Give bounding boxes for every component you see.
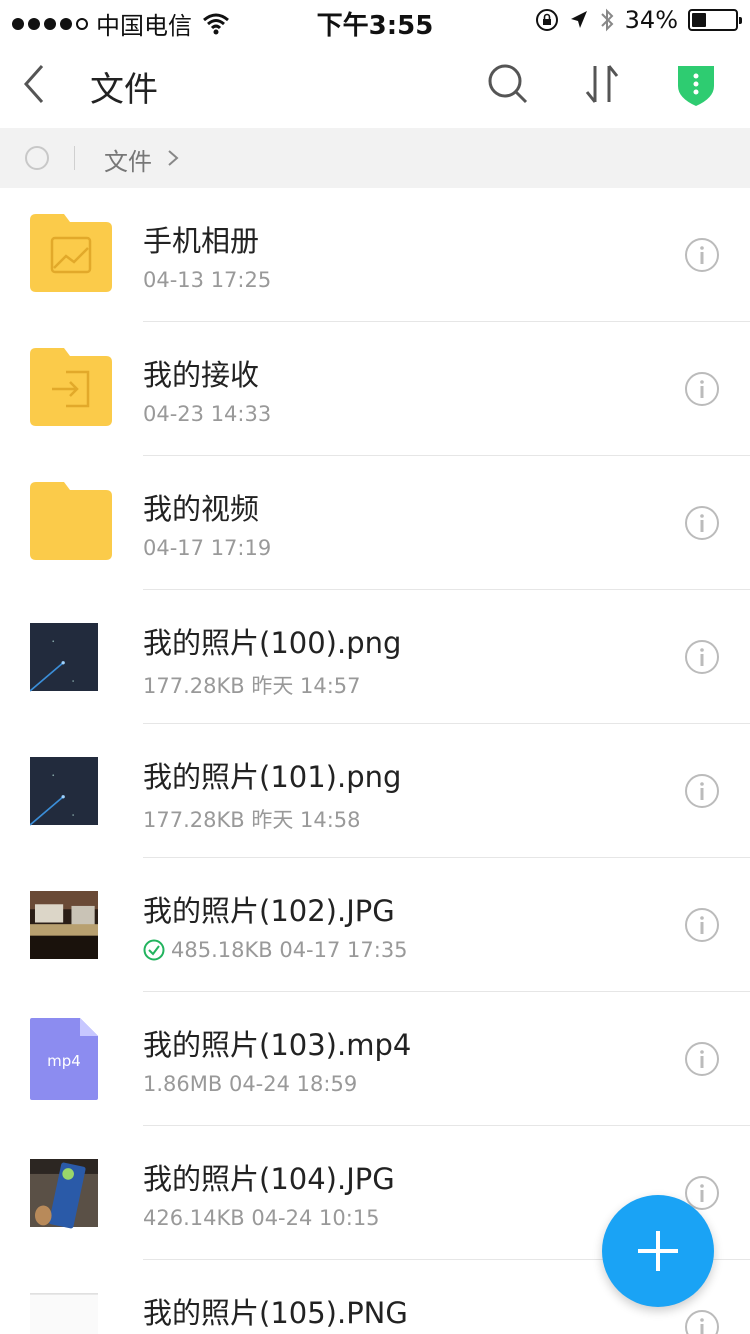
status-bar: 中国电信 下午3:55 34%	[0, 0, 750, 41]
battery-icon	[688, 9, 742, 31]
select-all-checkbox[interactable]	[25, 146, 49, 170]
file-list: 手机相册 04-13 17:25 我的接收 04-23 14:33 我的视频 0	[0, 188, 750, 1334]
mp4-label: mp4	[47, 1052, 81, 1070]
bluetooth-icon	[600, 8, 614, 32]
file-name: 我的照片(100).png	[143, 626, 402, 660]
image-thumbnail	[30, 623, 98, 692]
folder-icon	[30, 482, 112, 560]
list-item[interactable]: mp4 我的照片(103).mp4 1.86MB 04-24 18:59	[0, 992, 750, 1126]
list-item[interactable]: 我的照片(100).png 177.28KB 昨天 14:57	[0, 590, 750, 724]
folder-album-icon	[30, 214, 112, 292]
navigation-bar: 文件	[0, 40, 750, 128]
security-shield-icon[interactable]	[672, 60, 720, 108]
file-meta-text: 04-13 17:25	[143, 268, 272, 292]
file-name: 我的视频	[143, 492, 260, 526]
breadcrumb-item-root[interactable]: 文件	[104, 142, 152, 177]
info-icon[interactable]	[684, 1309, 720, 1334]
location-icon	[570, 11, 587, 28]
file-meta: 426.14KB 04-24 10:15	[143, 1206, 380, 1230]
file-meta-text: 04-23 14:33	[143, 402, 272, 426]
file-meta-text: 177.28KB 昨天 14:57	[143, 674, 361, 698]
breadcrumb: 文件	[0, 128, 750, 188]
list-item[interactable]: 我的视频 04-17 17:19	[0, 456, 750, 590]
list-item[interactable]: 我的照片(101).png 177.28KB 昨天 14:58	[0, 724, 750, 858]
file-name: 我的照片(105).PNG	[143, 1296, 408, 1330]
file-meta: 04-23 14:33	[143, 402, 271, 426]
battery-percent: 34%	[624, 6, 678, 34]
file-name: 我的照片(102).JPG	[143, 894, 395, 928]
info-icon[interactable]	[684, 1041, 720, 1077]
breadcrumb-divider	[74, 146, 75, 170]
page-title: 文件	[90, 70, 158, 110]
list-item[interactable]: 我的接收 04-23 14:33	[0, 322, 750, 456]
list-item[interactable]: 我的照片(102).JPG 485.18KB 04-17 17:35	[0, 858, 750, 992]
plus-icon-vertical	[656, 1231, 660, 1271]
file-name: 手机相册	[143, 224, 260, 258]
image-thumbnail	[30, 1159, 98, 1229]
image-thumbnail	[30, 1293, 98, 1334]
file-meta: 485.18KB 04-17 17:35	[143, 938, 408, 962]
back-icon[interactable]	[16, 60, 56, 108]
mp4-file-icon: mp4	[30, 1018, 98, 1100]
file-meta-text: 04-17 17:19	[143, 536, 272, 560]
info-icon[interactable]	[684, 907, 720, 943]
info-icon[interactable]	[684, 505, 720, 541]
file-meta: 04-17 17:19	[143, 536, 271, 560]
info-icon[interactable]	[684, 237, 720, 273]
file-meta-text: 426.14KB 04-24 10:15	[143, 1206, 380, 1230]
image-thumbnail	[30, 891, 98, 959]
info-icon[interactable]	[684, 639, 720, 675]
synced-check-icon	[143, 939, 165, 961]
sort-icon[interactable]	[578, 60, 626, 108]
image-thumbnail	[30, 757, 98, 826]
info-icon[interactable]	[684, 773, 720, 809]
file-name: 我的照片(104).JPG	[143, 1162, 395, 1196]
file-meta: 177.28KB 昨天 14:57	[143, 670, 361, 700]
list-item[interactable]: 手机相册 04-13 17:25	[0, 188, 750, 322]
file-meta-text: 1.86MB 04-24 18:59	[143, 1072, 358, 1096]
add-button[interactable]	[602, 1195, 714, 1307]
file-meta: 177.28KB 昨天 14:58	[143, 804, 361, 834]
chevron-right-icon	[168, 150, 179, 166]
file-name: 我的接收	[143, 358, 260, 392]
file-meta: 1.86MB 04-24 18:59	[143, 1072, 357, 1096]
file-meta: 04-13 17:25	[143, 268, 271, 292]
info-icon[interactable]	[684, 371, 720, 407]
orientation-lock-icon	[535, 9, 558, 31]
folder-inbox-icon	[30, 348, 112, 426]
status-right: 34%	[535, 6, 742, 34]
file-meta-text: 485.18KB 04-17 17:35	[171, 938, 408, 962]
file-name: 我的照片(101).png	[143, 760, 402, 794]
file-meta-text: 177.28KB 昨天 14:58	[143, 808, 361, 832]
search-icon[interactable]	[484, 60, 532, 108]
file-name: 我的照片(103).mp4	[143, 1028, 412, 1062]
